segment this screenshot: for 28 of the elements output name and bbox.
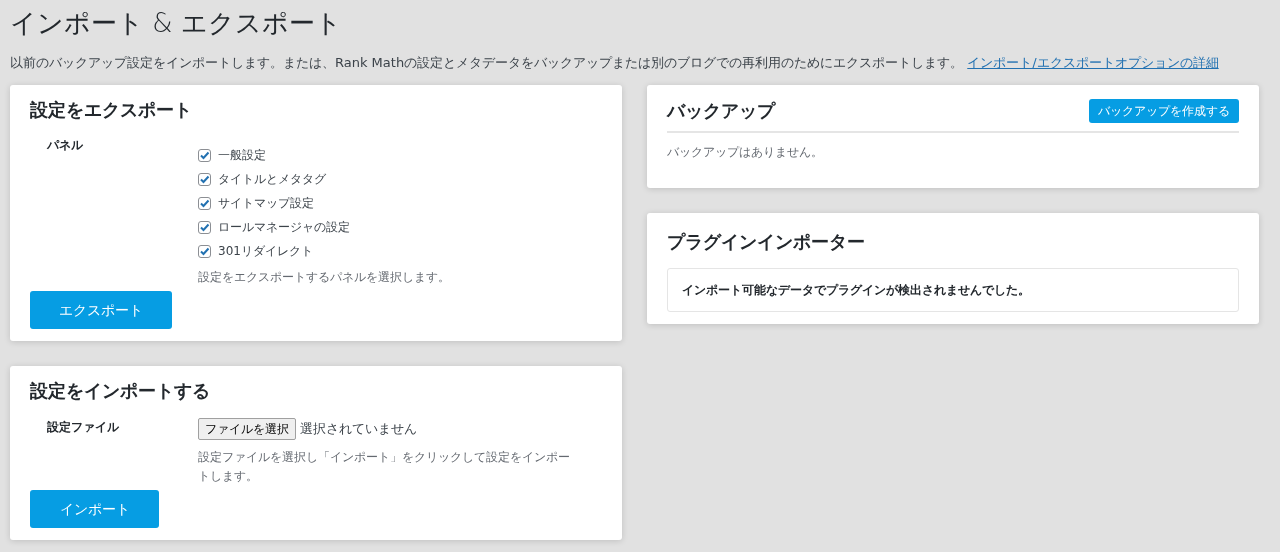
create-backup-button[interactable]: バックアップを作成する: [1089, 98, 1239, 123]
checkbox[interactable]: [198, 244, 211, 258]
field-label: 設定ファイル: [46, 419, 120, 437]
checkbox-label: 301リダイレクト: [218, 243, 313, 261]
import-button[interactable]: インポート: [30, 490, 159, 529]
checkbox[interactable]: [198, 220, 211, 234]
file-status: 選択されていません: [300, 420, 417, 439]
field-label: パネル: [46, 137, 84, 155]
panel-heading: 設定をインポートする: [30, 380, 211, 403]
export-button[interactable]: エクスポート: [30, 291, 172, 330]
checkbox[interactable]: [198, 148, 211, 162]
help-text: 設定をエクスポートするパネルを選択します。: [198, 269, 450, 287]
checkbox[interactable]: [198, 172, 211, 186]
checkbox-label: サイトマップ設定: [218, 195, 314, 213]
panel-heading: プラグインインポーター: [667, 230, 866, 253]
page-description: 以前のバックアップ設定をインポートします。または、Rank Mathの設定とメタデータをバックアップまたは別のブログでの再利用のためにエクスポートします。 インポート/エクスポートオプションの詳細: [10, 54, 1220, 73]
checkbox-label: ロールマネージャの設定: [218, 219, 350, 237]
panel-heading: 設定をエクスポート: [30, 98, 193, 121]
checkbox-label: タイトルとメタタグ: [218, 171, 326, 189]
page-title: インポート & エクスポート: [10, 8, 343, 40]
checkbox-label: 一般設定: [218, 147, 266, 165]
docs-link[interactable]: インポート/エクスポートオプションの詳細: [967, 55, 1219, 71]
notice-message: インポート可能なデータでプラグインが検出されませんでした。: [667, 268, 1239, 313]
empty-message: バックアップはありません。: [667, 143, 824, 161]
panel-heading: バックアップ: [667, 99, 775, 122]
checkbox[interactable]: [198, 196, 211, 210]
help-text: 設定ファイルを選択し「インポート」をクリックして設定をインポートします。: [198, 449, 571, 486]
file-button[interactable]: ファイルを選択: [198, 418, 296, 441]
